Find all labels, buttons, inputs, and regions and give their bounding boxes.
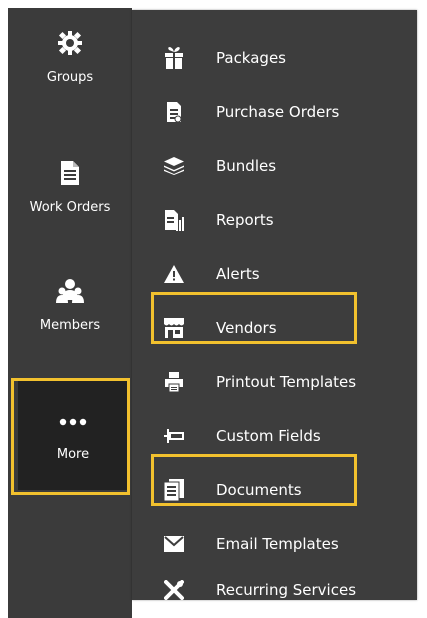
menu-item-packages[interactable]: Packages: [132, 38, 417, 78]
menu-item-alerts[interactable]: Alerts: [132, 254, 417, 294]
documents-icon: [162, 478, 186, 502]
menu-item-label: Packages: [216, 49, 286, 67]
menu-item-label: Reports: [216, 211, 274, 229]
menu-item-label: Email Templates: [216, 535, 339, 553]
menu-item-bundles[interactable]: Bundles: [132, 146, 417, 186]
storefront-icon: [162, 316, 186, 340]
menu-item-label: Vendors: [216, 319, 277, 337]
sidebar-item-members[interactable]: Members: [8, 276, 132, 334]
purchase-order-icon: [162, 100, 186, 124]
menu-item-label: Documents: [216, 481, 302, 499]
gift-icon: [162, 46, 186, 70]
alert-triangle-icon: [162, 262, 186, 286]
menu-item-printout-templates[interactable]: Printout Templates: [132, 362, 417, 402]
members-icon: [55, 276, 85, 306]
sidebar-item-label: Groups: [46, 70, 94, 85]
layers-icon: [162, 154, 186, 178]
sidebar: Groups Work Orders Members More: [8, 8, 132, 618]
menu-item-custom-fields[interactable]: Custom Fields: [132, 416, 417, 456]
sidebar-item-work-orders[interactable]: Work Orders: [8, 158, 132, 216]
sidebar-item-label: More: [56, 447, 90, 462]
menu-item-label: Custom Fields: [216, 427, 321, 445]
more-dots-icon: [58, 407, 88, 437]
gear-icon: [55, 28, 85, 58]
page: Groups Work Orders Members More Packages…: [0, 0, 427, 618]
printer-icon: [162, 370, 186, 394]
sidebar-item-more[interactable]: More: [18, 380, 128, 490]
menu-item-label: Purchase Orders: [216, 103, 340, 121]
custom-field-icon: [162, 424, 186, 448]
report-chart-icon: [162, 208, 186, 232]
menu-item-email-templates[interactable]: Email Templates: [132, 524, 417, 564]
sidebar-item-groups[interactable]: Groups: [8, 28, 132, 86]
menu-item-label: Bundles: [216, 157, 277, 175]
sidebar-item-label: Members: [39, 318, 101, 333]
menu-item-label: Alerts: [216, 265, 260, 283]
document-icon: [55, 158, 85, 188]
envelope-icon: [162, 532, 186, 556]
menu-item-reports[interactable]: Reports: [132, 200, 417, 240]
tools-icon: [162, 578, 186, 602]
menu-item-documents[interactable]: Documents: [132, 470, 417, 510]
menu-item-label: Recurring Services: [216, 581, 357, 599]
menu-item-label: Printout Templates: [216, 373, 357, 391]
more-menu: Packages Purchase Orders Bundles Reports…: [132, 10, 417, 600]
menu-item-purchase-orders[interactable]: Purchase Orders: [132, 92, 417, 132]
menu-item-recurring-services[interactable]: Recurring Services: [132, 570, 417, 610]
sidebar-item-label: Work Orders: [29, 200, 111, 215]
menu-item-vendors[interactable]: Vendors: [132, 308, 417, 348]
